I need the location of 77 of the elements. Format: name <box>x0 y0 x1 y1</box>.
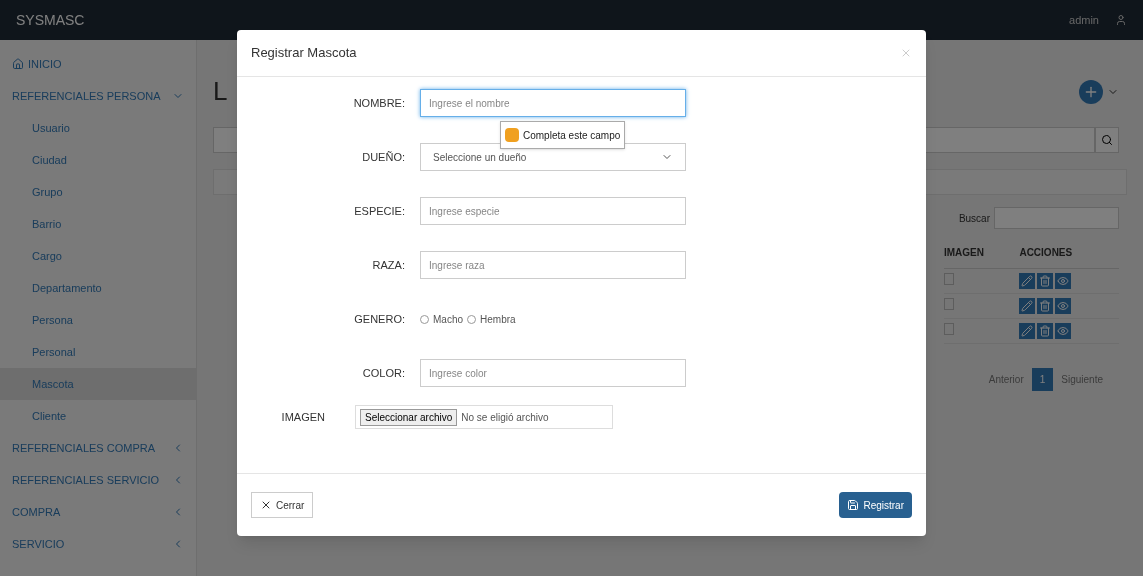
field-label: NOMBRE: <box>353 95 405 111</box>
column-header[interactable]: ACCIONES <box>1019 237 1119 269</box>
choose-file-button[interactable]: Seleccionar archivo <box>360 408 458 426</box>
modal-title: Registrar Mascota <box>251 44 357 63</box>
user-icon[interactable] <box>1115 14 1127 26</box>
view-button[interactable] <box>1055 273 1072 289</box>
close-icon[interactable] <box>900 47 912 59</box>
field-label: ESPECIE: <box>354 203 405 219</box>
sidebar-subitem[interactable]: Departamento <box>0 272 196 304</box>
image-placeholder-icon <box>944 298 954 310</box>
warning-icon <box>505 128 519 142</box>
pencil-icon <box>1021 325 1034 337</box>
trash-icon <box>1039 300 1052 312</box>
user-link[interactable]: admin <box>1069 11 1099 29</box>
sidebar-item[interactable]: INICIO <box>0 48 196 80</box>
text-field[interactable]: Ingrese especie <box>420 197 686 225</box>
radio-option[interactable]: Macho <box>420 311 463 327</box>
view-button[interactable] <box>1055 298 1072 314</box>
sidebar-subitem[interactable]: Cliente <box>0 400 196 432</box>
edit-button[interactable] <box>1019 298 1036 314</box>
view-button[interactable] <box>1055 323 1072 339</box>
delete-button[interactable] <box>1037 298 1054 314</box>
pencil-icon <box>1021 300 1034 312</box>
home-icon <box>12 58 24 70</box>
table-search-field[interactable] <box>994 207 1119 229</box>
search-label: Buscar <box>958 211 990 226</box>
pencil-icon <box>1021 275 1034 287</box>
owner-select[interactable]: Seleccione un dueño <box>420 143 686 171</box>
previous-link[interactable]: Anterior <box>980 372 1032 387</box>
sidebar-subitem[interactable]: Grupo <box>0 176 196 208</box>
page-link[interactable]: 1 <box>1031 368 1054 391</box>
field-label: GENERO: <box>354 311 405 327</box>
save-icon <box>847 499 860 511</box>
field-label: RAZA: <box>372 257 405 273</box>
field-label: IMAGEN <box>281 409 325 425</box>
search-icon <box>1101 134 1113 146</box>
sidebar-subitem[interactable]: Cargo <box>0 240 196 272</box>
eye-icon <box>1057 325 1070 337</box>
sidebar-item[interactable]: COMPRA <box>0 496 196 528</box>
close-button[interactable]: Cerrar <box>251 492 314 518</box>
eye-icon <box>1057 275 1070 287</box>
search-button[interactable] <box>1095 127 1119 153</box>
sidebar-subitem[interactable]: Barrio <box>0 208 196 240</box>
page-heading: L <box>213 75 228 108</box>
tooltip-text: Completa este campo <box>523 128 621 143</box>
sidebar-item[interactable]: REFERENCIALES PERSONA <box>0 80 196 112</box>
sidebar-subitem[interactable]: Persona <box>0 304 196 336</box>
field-label: COLOR: <box>362 365 405 381</box>
sidebar-subitem[interactable]: Usuario <box>0 112 196 144</box>
trash-icon <box>1039 325 1052 337</box>
sidebar-subitem[interactable]: Personal <box>0 336 196 368</box>
sidebar-subitem[interactable]: Mascota <box>0 368 196 400</box>
text-field[interactable]: Ingrese raza <box>420 251 686 279</box>
delete-button[interactable] <box>1037 273 1054 289</box>
edit-button[interactable] <box>1019 273 1036 289</box>
trash-icon <box>1039 275 1052 287</box>
delete-button[interactable] <box>1037 323 1054 339</box>
sidebar-subitem[interactable]: Ciudad <box>0 144 196 176</box>
sidebar-item[interactable]: SERVICIO <box>0 528 196 560</box>
close-icon <box>260 499 272 511</box>
image-placeholder-icon <box>944 323 954 335</box>
image-placeholder-icon <box>944 273 954 285</box>
column-header[interactable]: IMAGEN <box>944 237 1020 269</box>
field-label: DUEÑO: <box>362 149 405 165</box>
sidebar-item[interactable]: REFERENCIALES COMPRA <box>0 432 196 464</box>
file-input[interactable]: Seleccionar archivo No se eligió archivo <box>355 405 613 429</box>
radio-option[interactable]: Hembra <box>467 311 516 327</box>
eye-icon <box>1057 300 1070 312</box>
add-button[interactable] <box>1079 79 1103 104</box>
register-button[interactable]: Registrar <box>839 492 912 518</box>
file-status: No se eligió archivo <box>461 410 549 425</box>
text-field[interactable]: Ingrese color <box>420 359 686 387</box>
next-link[interactable]: Siguiente <box>1053 372 1111 387</box>
brand-name[interactable]: SYSMASC <box>16 9 85 31</box>
text-field[interactable]: Ingrese el nombre <box>420 89 686 117</box>
sidebar-item[interactable]: REFERENCIALES SERVICIO <box>0 464 196 496</box>
edit-button[interactable] <box>1019 323 1036 339</box>
